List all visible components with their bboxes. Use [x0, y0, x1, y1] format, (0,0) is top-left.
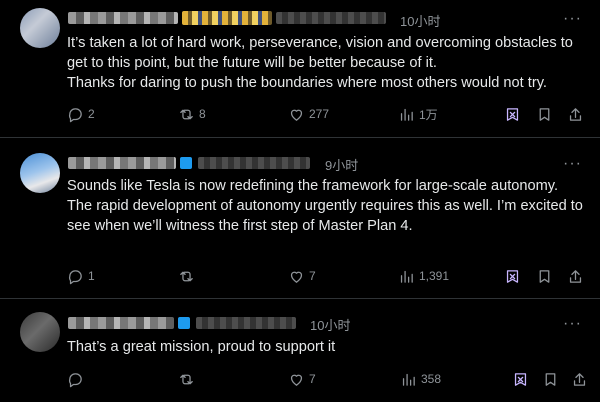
reply-post-3[interactable]: 10小时 ··· That’s a great mission, proud t… [0, 300, 600, 402]
views-count: 358 [421, 372, 442, 386]
views-icon [400, 108, 413, 121]
post-text: That’s a great mission, proud to support… [67, 337, 587, 357]
post-time[interactable]: 10小时 [310, 315, 350, 334]
post-text-line: It’s taken a lot of hard work, persevera… [67, 35, 573, 71]
views-button[interactable]: 1,391 [398, 266, 449, 286]
like-icon [290, 271, 303, 283]
post-text: Sounds like Tesla is now redefining the … [67, 176, 587, 236]
like-icon [290, 109, 303, 121]
more-options-button[interactable]: ··· [563, 316, 582, 332]
like-count: 277 [309, 107, 330, 121]
views-icon [400, 270, 413, 283]
reply-icon [68, 107, 82, 122]
grok-icon [506, 269, 519, 283]
share-button[interactable] [571, 369, 588, 389]
like-count: 7 [309, 372, 316, 386]
repost-button[interactable]: 8 [178, 104, 206, 124]
action-bar: 1 7 1,391 [67, 266, 587, 286]
avatar[interactable] [20, 312, 60, 352]
reply-count: 2 [88, 107, 95, 121]
like-icon [290, 374, 303, 386]
views-count: 1万 [419, 107, 438, 122]
reply-post-2[interactable]: 9小时 ··· Sounds like Tesla is now redefin… [0, 139, 600, 299]
post-text-line: That’s a great mission, proud to support… [67, 339, 336, 355]
reply-button[interactable] [67, 369, 88, 389]
views-button[interactable]: 358 [400, 369, 441, 389]
display-name-redacted[interactable] [68, 317, 174, 329]
post-text-line: The rapid development of autonomy urgent… [67, 198, 583, 234]
bookmark-button[interactable] [536, 266, 553, 286]
share-button[interactable] [567, 104, 584, 124]
post-text: It’s taken a lot of hard work, persevera… [67, 33, 587, 93]
repost-button[interactable] [178, 266, 199, 286]
reply-icon [68, 269, 82, 284]
avatar[interactable] [20, 8, 60, 48]
repost-count: 8 [199, 107, 206, 121]
post-time[interactable]: 10小时 [400, 11, 440, 30]
views-icon [402, 373, 415, 386]
verified-badge-icon [178, 317, 190, 329]
more-options-button[interactable]: ··· [563, 156, 582, 172]
handle-redacted [198, 157, 310, 169]
handle-redacted [276, 12, 386, 24]
like-count: 7 [309, 269, 316, 283]
post-time[interactable]: 9小时 [325, 155, 358, 174]
display-name-redacted[interactable] [68, 12, 178, 24]
repost-icon [180, 374, 193, 384]
avatar[interactable] [20, 153, 60, 193]
verified-badge-icon [180, 157, 192, 169]
reply-count: 1 [88, 269, 95, 283]
reply-button[interactable]: 1 [67, 266, 95, 286]
bookmark-button[interactable] [536, 104, 553, 124]
like-button[interactable]: 277 [288, 104, 329, 124]
bookmark-icon [539, 269, 550, 283]
repost-icon [180, 271, 193, 281]
share-button[interactable] [567, 266, 584, 286]
grok-button[interactable] [504, 266, 521, 286]
reply-button[interactable]: 2 [67, 104, 95, 124]
share-icon [569, 107, 582, 121]
action-bar: 2 8 277 1万 [67, 104, 587, 124]
more-options-button[interactable]: ··· [563, 11, 582, 27]
display-name-redacted[interactable] [68, 157, 176, 169]
bookmark-button[interactable] [542, 369, 559, 389]
post-text-line: Thanks for daring to push the boundaries… [67, 75, 547, 91]
reply-post-1[interactable]: 10小时 ··· It’s taken a lot of hard work, … [0, 0, 600, 138]
grok-icon [514, 372, 527, 386]
like-button[interactable]: 7 [288, 266, 316, 286]
share-icon [573, 372, 586, 386]
views-button[interactable]: 1万 [398, 104, 438, 124]
like-button[interactable]: 7 [288, 369, 316, 389]
bookmark-icon [539, 107, 550, 121]
views-count: 1,391 [419, 269, 450, 283]
grok-button[interactable] [504, 104, 521, 124]
bookmark-icon [545, 372, 556, 386]
handle-redacted [196, 317, 296, 329]
repost-icon [180, 109, 193, 119]
share-icon [569, 269, 582, 283]
grok-icon [506, 107, 519, 121]
repost-button[interactable] [178, 369, 199, 389]
name-emoji-redacted [182, 11, 272, 25]
reply-icon [68, 372, 82, 387]
post-text-line: Sounds like Tesla is now redefining the … [67, 178, 559, 194]
action-bar: 7 358 [67, 369, 587, 389]
grok-button[interactable] [512, 369, 529, 389]
